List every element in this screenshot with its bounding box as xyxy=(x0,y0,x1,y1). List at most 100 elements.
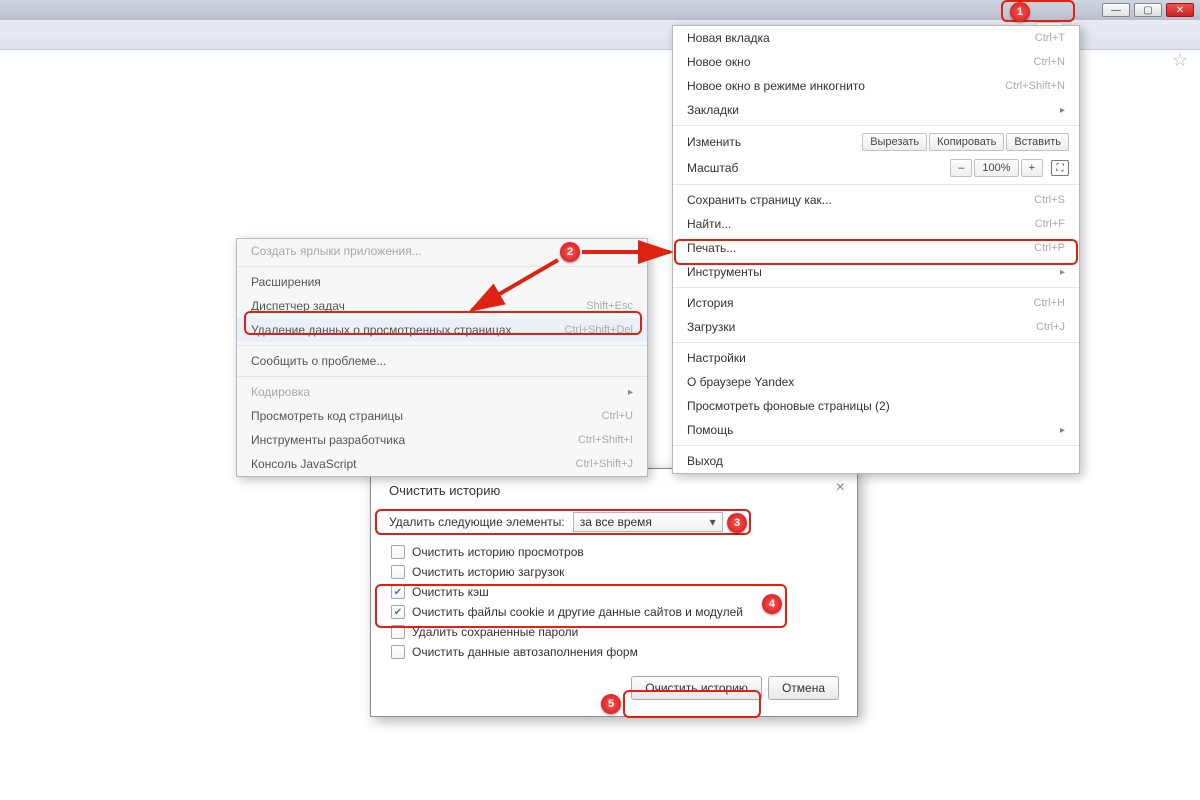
menu-label: Новое окно xyxy=(687,55,751,69)
chevron-right-icon: ▸ xyxy=(1060,267,1065,278)
checkbox-icon xyxy=(391,565,405,579)
zoom-value: 100% xyxy=(974,159,1018,177)
menu-new-tab[interactable]: Новая вкладка Ctrl+T xyxy=(673,26,1079,50)
checkbox-autofill[interactable]: Очистить данные автозаполнения форм xyxy=(389,642,839,662)
field-label: Удалить следующие элементы: xyxy=(389,515,565,529)
window-titlebar: — ▢ ✕ xyxy=(0,0,1200,20)
close-icon[interactable]: × xyxy=(836,479,845,497)
checkbox-history[interactable]: Очистить историю просмотров xyxy=(389,542,839,562)
menu-separator xyxy=(673,184,1079,185)
menu-label: Новое окно в режиме инкогнито xyxy=(687,79,865,93)
submenu-encoding[interactable]: Кодировка ▸ xyxy=(237,380,647,404)
menu-label: Изменить xyxy=(687,135,741,149)
menu-tools[interactable]: Инструменты ▸ xyxy=(673,260,1079,284)
clear-button[interactable]: Очистить историю xyxy=(631,676,762,700)
menu-shortcut: Ctrl+P xyxy=(1034,242,1065,254)
menu-about[interactable]: О браузере Yandex xyxy=(673,370,1079,394)
menu-label: Инструменты разработчика xyxy=(251,433,405,447)
menu-shortcut: Ctrl+Shift+N xyxy=(1005,80,1065,92)
tools-submenu: Создать ярлыки приложения... Расширения … xyxy=(236,238,648,477)
submenu-task-manager[interactable]: Диспетчер задач Shift+Esc xyxy=(237,294,647,318)
checkbox-icon xyxy=(391,645,405,659)
minimize-button[interactable]: — xyxy=(1102,3,1130,17)
menu-label: Инструменты xyxy=(687,265,762,279)
menu-downloads[interactable]: Загрузки Ctrl+J xyxy=(673,315,1079,339)
submenu-clear-browsing-data[interactable]: Удаление данных о просмотренных страница… xyxy=(237,318,647,342)
menu-shortcut: Ctrl+N xyxy=(1034,56,1065,68)
menu-separator xyxy=(237,266,647,267)
checkbox-icon xyxy=(391,545,405,559)
checkbox-label: Очистить историю просмотров xyxy=(412,545,584,559)
checkbox-passwords[interactable]: Удалить сохраненные пароли xyxy=(389,622,839,642)
menu-settings[interactable]: Настройки xyxy=(673,346,1079,370)
checkbox-label: Очистить данные автозаполнения форм xyxy=(412,645,638,659)
checkbox-label: Очистить историю загрузок xyxy=(412,565,564,579)
menu-label: Помощь xyxy=(687,423,733,437)
menu-separator xyxy=(673,125,1079,126)
menu-bg-pages[interactable]: Просмотреть фоновые страницы (2) xyxy=(673,394,1079,418)
menu-new-incognito[interactable]: Новое окно в режиме инкогнито Ctrl+Shift… xyxy=(673,74,1079,98)
menu-label: Загрузки xyxy=(687,320,735,334)
menu-label: Просмотреть код страницы xyxy=(251,409,403,423)
submenu-extensions[interactable]: Расширения xyxy=(237,270,647,294)
menu-label: Создать ярлыки приложения... xyxy=(251,244,422,258)
submenu-create-shortcut[interactable]: Создать ярлыки приложения... xyxy=(237,239,647,263)
menu-label: О браузере Yandex xyxy=(687,375,794,389)
bookmark-star-icon[interactable]: ☆ xyxy=(1172,50,1188,71)
checkbox-cache[interactable]: ✔ Очистить кэш xyxy=(389,582,839,602)
menu-save-as[interactable]: Сохранить страницу как... Ctrl+S xyxy=(673,188,1079,212)
fullscreen-icon[interactable]: ⛶ xyxy=(1051,160,1069,176)
menu-history[interactable]: История Ctrl+H xyxy=(673,291,1079,315)
clear-history-dialog: × Очистить историю Удалить следующие эле… xyxy=(370,468,858,717)
menu-print[interactable]: Печать... Ctrl+P xyxy=(673,236,1079,260)
close-button[interactable]: ✕ xyxy=(1166,3,1194,17)
menu-separator xyxy=(673,445,1079,446)
menu-edit: Изменить Вырезать Копировать Вставить xyxy=(673,129,1079,155)
menu-bookmarks[interactable]: Закладки ▸ xyxy=(673,98,1079,122)
checkbox-label: Очистить кэш xyxy=(412,585,489,599)
menu-shortcut: Ctrl+Shift+J xyxy=(576,458,633,470)
checkbox-cookies[interactable]: ✔ Очистить файлы cookie и другие данные … xyxy=(389,602,839,622)
checkbox-icon: ✔ xyxy=(391,605,405,619)
menu-shortcut: Shift+Esc xyxy=(586,300,633,312)
menu-label: Кодировка xyxy=(251,385,310,399)
timerange-select[interactable]: за все время xyxy=(573,512,723,532)
menu-label: Закладки xyxy=(687,103,739,117)
main-menu: Новая вкладка Ctrl+T Новое окно Ctrl+N Н… xyxy=(672,25,1080,474)
copy-button[interactable]: Копировать xyxy=(929,133,1004,151)
menu-shortcut: Ctrl+Shift+I xyxy=(578,434,633,446)
menu-label: Масштаб xyxy=(687,161,738,175)
submenu-dev-tools[interactable]: Инструменты разработчика Ctrl+Shift+I xyxy=(237,428,647,452)
menu-label: Консоль JavaScript xyxy=(251,457,356,471)
menu-help[interactable]: Помощь ▸ xyxy=(673,418,1079,442)
menu-shortcut: Ctrl+H xyxy=(1034,297,1065,309)
cancel-button[interactable]: Отмена xyxy=(768,676,839,700)
cut-button[interactable]: Вырезать xyxy=(862,133,927,151)
menu-find[interactable]: Найти... Ctrl+F xyxy=(673,212,1079,236)
paste-button[interactable]: Вставить xyxy=(1006,133,1069,151)
menu-label: Найти... xyxy=(687,217,731,231)
submenu-view-source[interactable]: Просмотреть код страницы Ctrl+U xyxy=(237,404,647,428)
menu-label: Удаление данных о просмотренных страница… xyxy=(251,323,522,337)
zoom-in-button[interactable]: + xyxy=(1021,159,1043,177)
chevron-right-icon: ▸ xyxy=(1060,425,1065,436)
checkbox-downloads[interactable]: Очистить историю загрузок xyxy=(389,562,839,582)
maximize-button[interactable]: ▢ xyxy=(1134,3,1162,17)
dialog-title: Очистить историю xyxy=(389,483,839,498)
menu-shortcut: Ctrl+S xyxy=(1034,194,1065,206)
menu-label: Расширения xyxy=(251,275,321,289)
menu-new-window[interactable]: Новое окно Ctrl+N xyxy=(673,50,1079,74)
menu-shortcut: Ctrl+J xyxy=(1036,321,1065,333)
submenu-js-console[interactable]: Консоль JavaScript Ctrl+Shift+J xyxy=(237,452,647,476)
menu-separator xyxy=(673,342,1079,343)
menu-separator xyxy=(237,345,647,346)
menu-shortcut: Ctrl+T xyxy=(1035,32,1065,44)
checkbox-label: Очистить файлы cookie и другие данные са… xyxy=(412,605,743,619)
menu-label: Просмотреть фоновые страницы (2) xyxy=(687,399,890,413)
submenu-report-problem[interactable]: Сообщить о проблеме... xyxy=(237,349,647,373)
menu-exit[interactable]: Выход xyxy=(673,449,1079,473)
menu-shortcut: Ctrl+U xyxy=(602,410,633,422)
zoom-out-button[interactable]: – xyxy=(950,159,972,177)
menu-shortcut: Ctrl+F xyxy=(1035,218,1065,230)
checkbox-label: Удалить сохраненные пароли xyxy=(412,625,578,639)
